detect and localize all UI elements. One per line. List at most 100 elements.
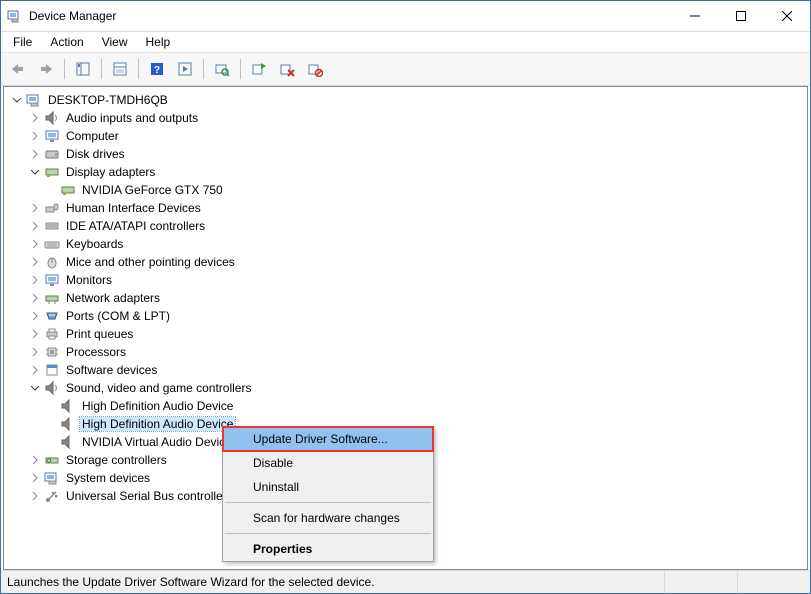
tree-node-processors[interactable]: Processors xyxy=(6,343,807,361)
computer-icon xyxy=(44,470,60,486)
mouse-icon xyxy=(44,254,60,270)
computer-icon xyxy=(26,92,42,108)
tree-label: Keyboards xyxy=(64,237,125,251)
device-tree-panel[interactable]: DESKTOP-TMDH6QB Audio inputs and outputs… xyxy=(3,86,808,570)
tree-node-keyboards[interactable]: Keyboards xyxy=(6,235,807,253)
tree-node-audio-io[interactable]: Audio inputs and outputs xyxy=(6,109,807,127)
expand-icon[interactable] xyxy=(28,309,42,323)
menu-help[interactable]: Help xyxy=(138,33,179,51)
ctx-separator xyxy=(225,533,431,534)
ctx-update-driver[interactable]: Update Driver Software... xyxy=(223,427,433,451)
ctx-properties[interactable]: Properties xyxy=(223,537,433,561)
tree-label: NVIDIA GeForce GTX 750 xyxy=(80,183,225,197)
tree-node-gpu[interactable]: NVIDIA GeForce GTX 750 xyxy=(6,181,807,199)
tree-root[interactable]: DESKTOP-TMDH6QB xyxy=(6,91,807,109)
tree-label: Human Interface Devices xyxy=(64,201,203,215)
status-pane xyxy=(738,571,810,593)
menu-action[interactable]: Action xyxy=(42,33,91,51)
ctx-separator xyxy=(225,502,431,503)
expand-icon[interactable] xyxy=(28,291,42,305)
titlebar: Device Manager xyxy=(1,1,810,32)
svg-text:?: ? xyxy=(154,65,160,76)
tree-label: Print queues xyxy=(64,327,135,341)
ctx-disable[interactable]: Disable xyxy=(223,451,433,475)
menu-file[interactable]: File xyxy=(5,33,40,51)
status-pane xyxy=(665,571,738,593)
ide-icon xyxy=(44,218,60,234)
toolbar: ? xyxy=(1,52,810,86)
toolbar-update-driver-button[interactable] xyxy=(246,56,272,82)
tree-label: Monitors xyxy=(64,273,114,287)
toolbar-separator xyxy=(240,59,241,79)
tree-node-ports[interactable]: Ports (COM & LPT) xyxy=(6,307,807,325)
tree-node-network[interactable]: Network adapters xyxy=(6,289,807,307)
expand-icon[interactable] xyxy=(28,453,42,467)
toolbar-separator xyxy=(64,59,65,79)
close-button[interactable] xyxy=(764,1,810,31)
ctx-uninstall[interactable]: Uninstall xyxy=(223,475,433,499)
tree-node-computer[interactable]: Computer xyxy=(6,127,807,145)
disk-icon xyxy=(44,146,60,162)
monitor-icon xyxy=(44,128,60,144)
maximize-button[interactable] xyxy=(718,1,764,31)
toolbar-action-button[interactable] xyxy=(172,56,198,82)
tree-label: Universal Serial Bus controllers xyxy=(64,489,235,503)
toolbar-back-button[interactable] xyxy=(5,56,31,82)
display-adapter-icon xyxy=(60,182,76,198)
speaker-icon xyxy=(60,416,76,432)
expand-icon[interactable] xyxy=(28,219,42,233)
speaker-icon xyxy=(60,398,76,414)
menu-view[interactable]: View xyxy=(94,33,136,51)
tree-label: Processors xyxy=(64,345,128,359)
expand-icon[interactable] xyxy=(28,201,42,215)
expand-icon[interactable] xyxy=(28,129,42,143)
window-title: Device Manager xyxy=(29,9,116,23)
toolbar-separator xyxy=(203,59,204,79)
cpu-icon xyxy=(44,344,60,360)
tree-node-sound[interactable]: Sound, video and game controllers xyxy=(6,379,807,397)
toolbar-scan-button[interactable] xyxy=(209,56,235,82)
expand-icon[interactable] xyxy=(28,471,42,485)
storage-icon xyxy=(44,452,60,468)
collapse-icon[interactable] xyxy=(28,165,42,179)
expand-icon[interactable] xyxy=(28,147,42,161)
tree-node-display[interactable]: Display adapters xyxy=(6,163,807,181)
expand-icon[interactable] xyxy=(28,273,42,287)
display-adapter-icon xyxy=(44,164,60,180)
expand-icon[interactable] xyxy=(28,345,42,359)
expand-icon[interactable] xyxy=(28,327,42,341)
tree-node-ide[interactable]: IDE ATA/ATAPI controllers xyxy=(6,217,807,235)
toolbar-help-button[interactable]: ? xyxy=(144,56,170,82)
printer-icon xyxy=(44,326,60,342)
tree-label: Disk drives xyxy=(64,147,127,161)
toolbar-disable-button[interactable] xyxy=(302,56,328,82)
expand-icon[interactable] xyxy=(28,111,42,125)
expand-icon[interactable] xyxy=(28,255,42,269)
tree-node-mice[interactable]: Mice and other pointing devices xyxy=(6,253,807,271)
speaker-icon xyxy=(44,110,60,126)
minimize-button[interactable] xyxy=(672,1,718,31)
toolbar-forward-button[interactable] xyxy=(33,56,59,82)
device-manager-window: Device Manager File Action View Help ? xyxy=(0,0,811,594)
expand-icon[interactable] xyxy=(28,489,42,503)
toolbar-show-hide-tree-button[interactable] xyxy=(70,56,96,82)
tree-node-softdev[interactable]: Software devices xyxy=(6,361,807,379)
port-icon xyxy=(44,308,60,324)
tree-node-monitors[interactable]: Monitors xyxy=(6,271,807,289)
expand-icon[interactable] xyxy=(28,237,42,251)
tree-label: System devices xyxy=(64,471,152,485)
tree-label: Ports (COM & LPT) xyxy=(64,309,172,323)
tree-node-printq[interactable]: Print queues xyxy=(6,325,807,343)
tree-node-disk[interactable]: Disk drives xyxy=(6,145,807,163)
network-icon xyxy=(44,290,60,306)
toolbar-uninstall-button[interactable] xyxy=(274,56,300,82)
collapse-icon[interactable] xyxy=(28,381,42,395)
tree-node-hid[interactable]: Human Interface Devices xyxy=(6,199,807,217)
toolbar-properties-button[interactable] xyxy=(107,56,133,82)
tree-node-hda1[interactable]: High Definition Audio Device xyxy=(6,397,807,415)
expand-icon[interactable] xyxy=(28,363,42,377)
status-text: Launches the Update Driver Software Wiza… xyxy=(1,571,665,593)
ctx-scan[interactable]: Scan for hardware changes xyxy=(223,506,433,530)
menubar: File Action View Help xyxy=(1,32,810,52)
collapse-icon[interactable] xyxy=(10,93,24,107)
